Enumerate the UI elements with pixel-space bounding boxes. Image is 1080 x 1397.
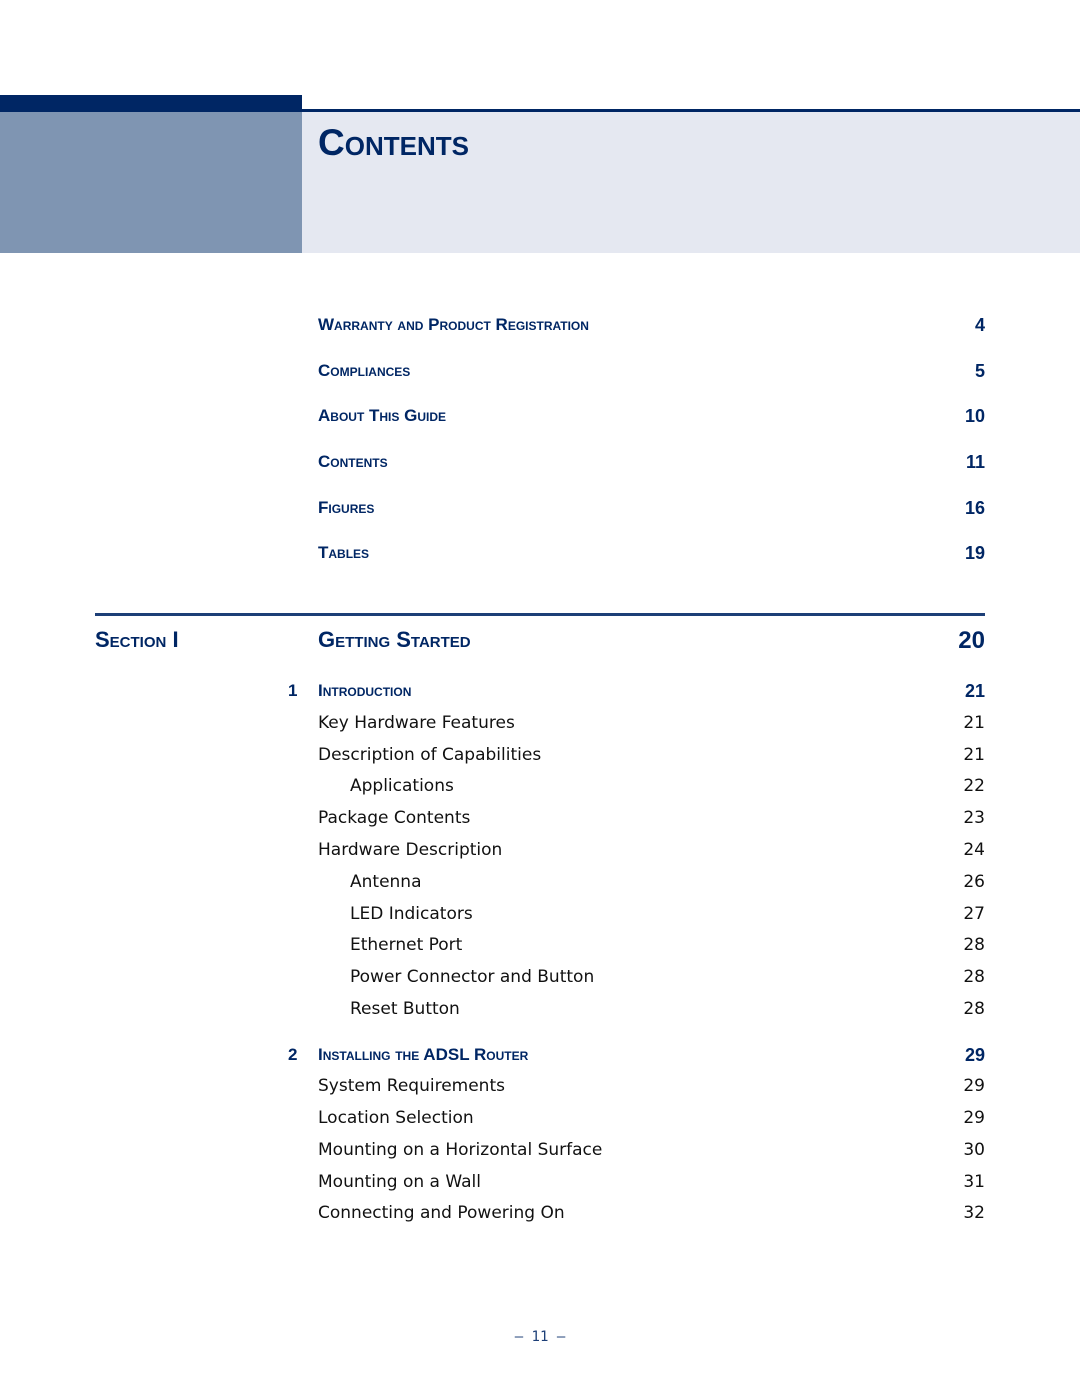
page-number: – 11 – <box>514 1329 566 1345</box>
toc-entry-page: 23 <box>963 808 985 828</box>
toc-entry-title: Description of Capabilities <box>318 745 542 765</box>
toc-entry-title: Connecting and Powering On <box>318 1203 565 1223</box>
toc-entry-page: 30 <box>963 1140 985 1160</box>
section-divider <box>95 613 985 616</box>
section-page: 20 <box>958 627 985 654</box>
toc-entry-page: 19 <box>964 543 985 563</box>
chapter-page: 21 <box>964 681 985 701</box>
toc-entry-tables[interactable]: Tables 19 <box>318 543 985 564</box>
toc-entry-title: Location Selection <box>318 1108 474 1128</box>
toc-entry-page: 21 <box>963 713 985 733</box>
toc-entry-page: 11 <box>965 452 985 472</box>
toc-entry-page: 22 <box>963 776 985 796</box>
toc-subentry[interactable]: Ethernet Port 28 <box>350 935 985 955</box>
toc-entry-about-guide[interactable]: About This Guide 10 <box>318 406 985 427</box>
chapter-title: Introduction <box>318 681 412 700</box>
toc-entry-title: Hardware Description <box>318 840 503 860</box>
toc-entry-contents[interactable]: Contents 11 <box>318 452 985 473</box>
toc-entry-title: Contents <box>318 452 388 471</box>
chapter-number: 1 <box>288 681 298 700</box>
toc-entry-page: 31 <box>963 1172 985 1192</box>
toc-entry[interactable]: Hardware Description 24 <box>318 840 985 860</box>
toc-entry-warranty[interactable]: Warranty and Product Registration 4 <box>318 315 985 336</box>
toc-subentry[interactable]: Antenna 26 <box>350 872 985 892</box>
toc-entry[interactable]: Mounting on a Horizontal Surface 30 <box>318 1140 985 1160</box>
toc-entry-title: System Requirements <box>318 1076 505 1096</box>
toc-entry-page: 29 <box>963 1076 985 1096</box>
toc-entry-page: 24 <box>963 840 985 860</box>
toc-entry-title: Warranty and Product Registration <box>318 315 589 334</box>
toc-entry-title: Figures <box>318 498 375 517</box>
toc-entry-title: Applications <box>350 776 454 796</box>
toc-entry-page: 28 <box>963 967 985 987</box>
toc-entry[interactable]: Connecting and Powering On 32 <box>318 1203 985 1223</box>
toc-entry-title: Mounting on a Wall <box>318 1172 481 1192</box>
section-label: Section I <box>95 627 179 652</box>
chapter-page: 29 <box>964 1045 985 1065</box>
toc-entry-page: 28 <box>963 935 985 955</box>
chapter-heading[interactable]: 1 Introduction 21 <box>288 681 985 702</box>
toc-entry-title: Key Hardware Features <box>318 713 515 733</box>
toc-subentry[interactable]: LED Indicators 27 <box>350 904 985 924</box>
section-title: Getting Started <box>318 627 471 652</box>
chapter-heading[interactable]: 2 Installing the ADSL Router 29 <box>288 1045 985 1066</box>
toc-entry[interactable]: System Requirements 29 <box>318 1076 985 1096</box>
toc-entry-title: Reset Button <box>350 999 460 1019</box>
toc-entry[interactable]: Key Hardware Features 21 <box>318 713 985 733</box>
toc-entry-figures[interactable]: Figures 16 <box>318 498 985 519</box>
toc-entry-compliances[interactable]: Compliances 5 <box>318 361 985 382</box>
toc-entry-title: Tables <box>318 543 370 562</box>
toc-entry-title: About This Guide <box>318 406 447 425</box>
toc-entry-page: 32 <box>963 1203 985 1223</box>
header-accent-bar <box>0 95 302 112</box>
toc-entry-page: 26 <box>963 872 985 892</box>
toc-subentry[interactable]: Power Connector and Button 28 <box>350 967 985 987</box>
toc-entry-title: Package Contents <box>318 808 471 828</box>
toc-entry-title: LED Indicators <box>350 904 473 924</box>
toc-entry[interactable]: Mounting on a Wall 31 <box>318 1172 985 1192</box>
toc-entry-title: Mounting on a Horizontal Surface <box>318 1140 603 1160</box>
toc-entry-title: Power Connector and Button <box>350 967 595 987</box>
toc-entry[interactable]: Description of Capabilities 21 <box>318 745 985 765</box>
page-title: Contents <box>318 122 469 163</box>
chapter-title: Installing the ADSL Router <box>318 1045 529 1064</box>
toc-entry-page: 10 <box>964 406 985 426</box>
toc-subentry[interactable]: Reset Button 28 <box>350 999 985 1019</box>
header-side-panel <box>0 112 302 253</box>
toc-entry-title: Antenna <box>350 872 422 892</box>
toc-entry-page: 21 <box>963 745 985 765</box>
toc-entry[interactable]: Package Contents 23 <box>318 808 985 828</box>
toc-entry-page: 27 <box>963 904 985 924</box>
toc-entry-page: 5 <box>974 361 985 381</box>
toc-entry-page: 4 <box>974 315 985 335</box>
chapter-number: 2 <box>288 1045 298 1064</box>
toc-entry-page: 29 <box>963 1108 985 1128</box>
toc-entry-page: 16 <box>964 498 985 518</box>
toc-entry-page: 28 <box>963 999 985 1019</box>
toc-entry-title: Ethernet Port <box>350 935 463 955</box>
toc-entry-title: Compliances <box>318 361 411 380</box>
toc-entry[interactable]: Location Selection 29 <box>318 1108 985 1128</box>
toc-subentry[interactable]: Applications 22 <box>350 776 985 796</box>
section-heading[interactable]: Getting Started 20 <box>318 627 985 655</box>
